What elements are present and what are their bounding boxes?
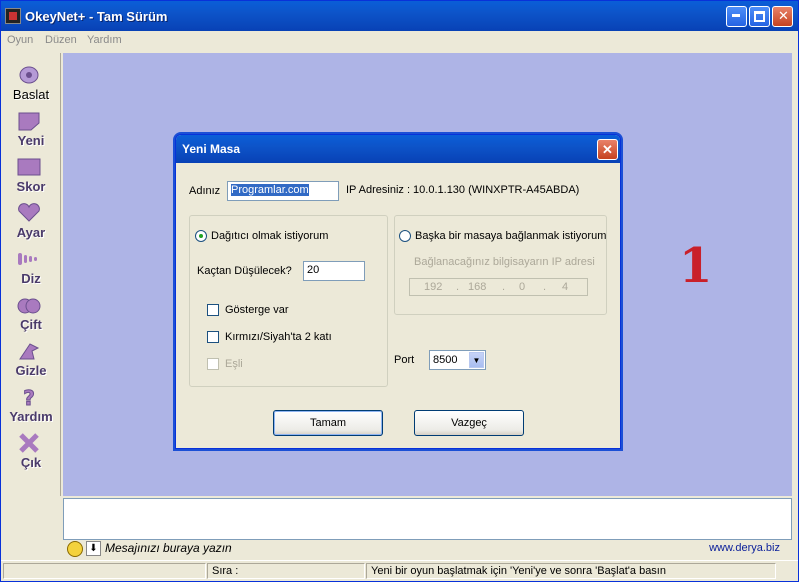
chat-input[interactable]: Mesajınızı buraya yazın	[105, 541, 232, 555]
name-input[interactable]: Programlar.com	[227, 181, 339, 201]
app-icon	[5, 8, 21, 24]
new-table-dialog: Yeni Masa ✕ Adınız Programlar.com IP Adr…	[175, 134, 621, 449]
menu-yardim[interactable]: Yardım	[87, 34, 122, 46]
indicator-checkbox[interactable]	[207, 304, 219, 316]
indicator-label[interactable]: Gösterge var	[225, 304, 289, 316]
status-bar: Sıra : Yeni bir oyun başlatmak için 'Yen…	[1, 560, 798, 581]
x-icon	[19, 433, 39, 453]
main-window: OkeyNet+ - Tam Sürüm ✕ Oyun Düzen Yardım…	[0, 0, 799, 582]
sidebar-label: Yardım	[9, 409, 53, 424]
minimize-button[interactable]	[726, 6, 747, 27]
new-table-icon	[18, 112, 40, 131]
double-checkbox[interactable]	[207, 331, 219, 343]
sidebar-item-ayar[interactable]: Ayar	[2, 203, 60, 247]
dialog-title: Yeni Masa	[182, 142, 241, 156]
sidebar-item-skor[interactable]: Skor	[2, 157, 60, 201]
ok-button[interactable]: Tamam	[273, 410, 383, 436]
sidebar-label: Ayar	[16, 225, 46, 240]
background-logo-fragment: 1	[679, 238, 713, 294]
dealer-radio-label[interactable]: Dağıtıcı olmak istiyorum	[211, 230, 328, 242]
svg-text:?: ?	[23, 387, 35, 407]
connect-ip-label: Bağlanacağınız bilgisayarın IP adresi	[414, 256, 595, 268]
sidebar-label: Yeni	[17, 133, 45, 148]
sidebar-item-cik[interactable]: Çık	[2, 433, 60, 477]
paired-label: Eşli	[225, 358, 243, 370]
ip-octet: 4	[562, 281, 569, 293]
name-label: Adınız	[189, 185, 221, 197]
hide-icon	[19, 343, 40, 360]
connect-radio-label[interactable]: Başka bir masaya bağlanmak istiyorum	[415, 230, 606, 242]
menu-oyun[interactable]: Oyun	[7, 34, 33, 46]
ip-separator: .	[456, 281, 460, 293]
ip-octet: 192	[424, 281, 443, 293]
menu-bar: Oyun Düzen Yardım	[1, 31, 798, 51]
descend-label: Kaçtan Düşülecek?	[197, 265, 292, 277]
double-label[interactable]: Kırmızı/Siyah'ta 2 katı	[225, 331, 332, 343]
port-value: 8500	[433, 354, 458, 366]
sidebar-label: Çift	[20, 317, 42, 332]
sidebar-label: Skor	[16, 179, 46, 194]
smiley-icon[interactable]	[67, 541, 83, 557]
spool-icon	[19, 66, 39, 84]
chat-log[interactable]	[63, 498, 792, 540]
website-link[interactable]: www.derya.biz	[709, 542, 780, 554]
maximize-button[interactable]	[749, 6, 770, 27]
ip-octet: 0	[519, 281, 526, 293]
question-icon: ?	[23, 387, 36, 407]
status-turn: Sıra :	[207, 563, 365, 579]
ip-separator: .	[502, 281, 506, 293]
port-label: Port	[394, 354, 415, 366]
sidebar-item-gizle[interactable]: Gizle	[2, 341, 60, 385]
sidebar-item-diz[interactable]: Diz	[2, 249, 60, 293]
sidebar-item-cift[interactable]: Çift	[2, 295, 60, 339]
heart-icon	[18, 203, 40, 222]
score-icon	[17, 158, 41, 176]
sidebar: Baslat Yeni Skor Ayar Diz Çift Gizle ? Y	[2, 53, 61, 496]
title-bar[interactable]: OkeyNet+ - Tam Sürüm ✕	[1, 1, 798, 31]
close-icon: ✕	[778, 9, 789, 24]
descend-input[interactable]: 20	[303, 261, 365, 281]
ip-info: IP Adresiniz : 10.0.1.130 (WINXPTR-A45AB…	[346, 184, 580, 196]
sidebar-item-yeni[interactable]: Yeni	[2, 111, 60, 155]
sidebar-label: Çık	[20, 455, 42, 470]
paired-checkbox	[207, 358, 219, 370]
sidebar-label: Baslat	[12, 87, 50, 102]
chat-input-bar: ⬇ Mesajınızı buraya yazın www.derya.biz	[63, 540, 792, 558]
dialog-title-bar[interactable]: Yeni Masa ✕	[176, 135, 620, 163]
connect-ip-input: 192 . 168 . 0 . 4	[409, 278, 588, 296]
connect-radio[interactable]	[399, 230, 411, 242]
sidebar-item-yardim[interactable]: ? Yardım	[2, 387, 60, 431]
window-title: OkeyNet+ - Tam Sürüm	[25, 9, 168, 24]
chevron-down-icon[interactable]: ▼	[469, 352, 484, 368]
sidebar-label: Gizle	[15, 363, 47, 378]
dialog-close-button[interactable]: ✕	[597, 139, 618, 160]
tiles-icon	[18, 253, 37, 265]
close-icon: ✕	[602, 142, 613, 157]
port-select[interactable]: 8500 ▼	[429, 350, 486, 370]
menu-duzen[interactable]: Düzen	[45, 34, 77, 46]
cancel-button[interactable]: Vazgeç	[414, 410, 524, 436]
sidebar-label: Diz	[21, 271, 41, 286]
sidebar-item-baslat[interactable]: Baslat	[2, 65, 60, 109]
ip-octet: 168	[468, 281, 487, 293]
close-button[interactable]: ✕	[772, 6, 793, 27]
download-icon[interactable]: ⬇	[86, 541, 101, 556]
ip-separator: .	[543, 281, 547, 293]
status-message: Yeni bir oyun başlatmak için 'Yeni'ye ve…	[366, 563, 776, 579]
pair-icon	[17, 298, 41, 314]
dealer-radio[interactable]	[195, 230, 207, 242]
status-pane-empty	[3, 563, 206, 579]
